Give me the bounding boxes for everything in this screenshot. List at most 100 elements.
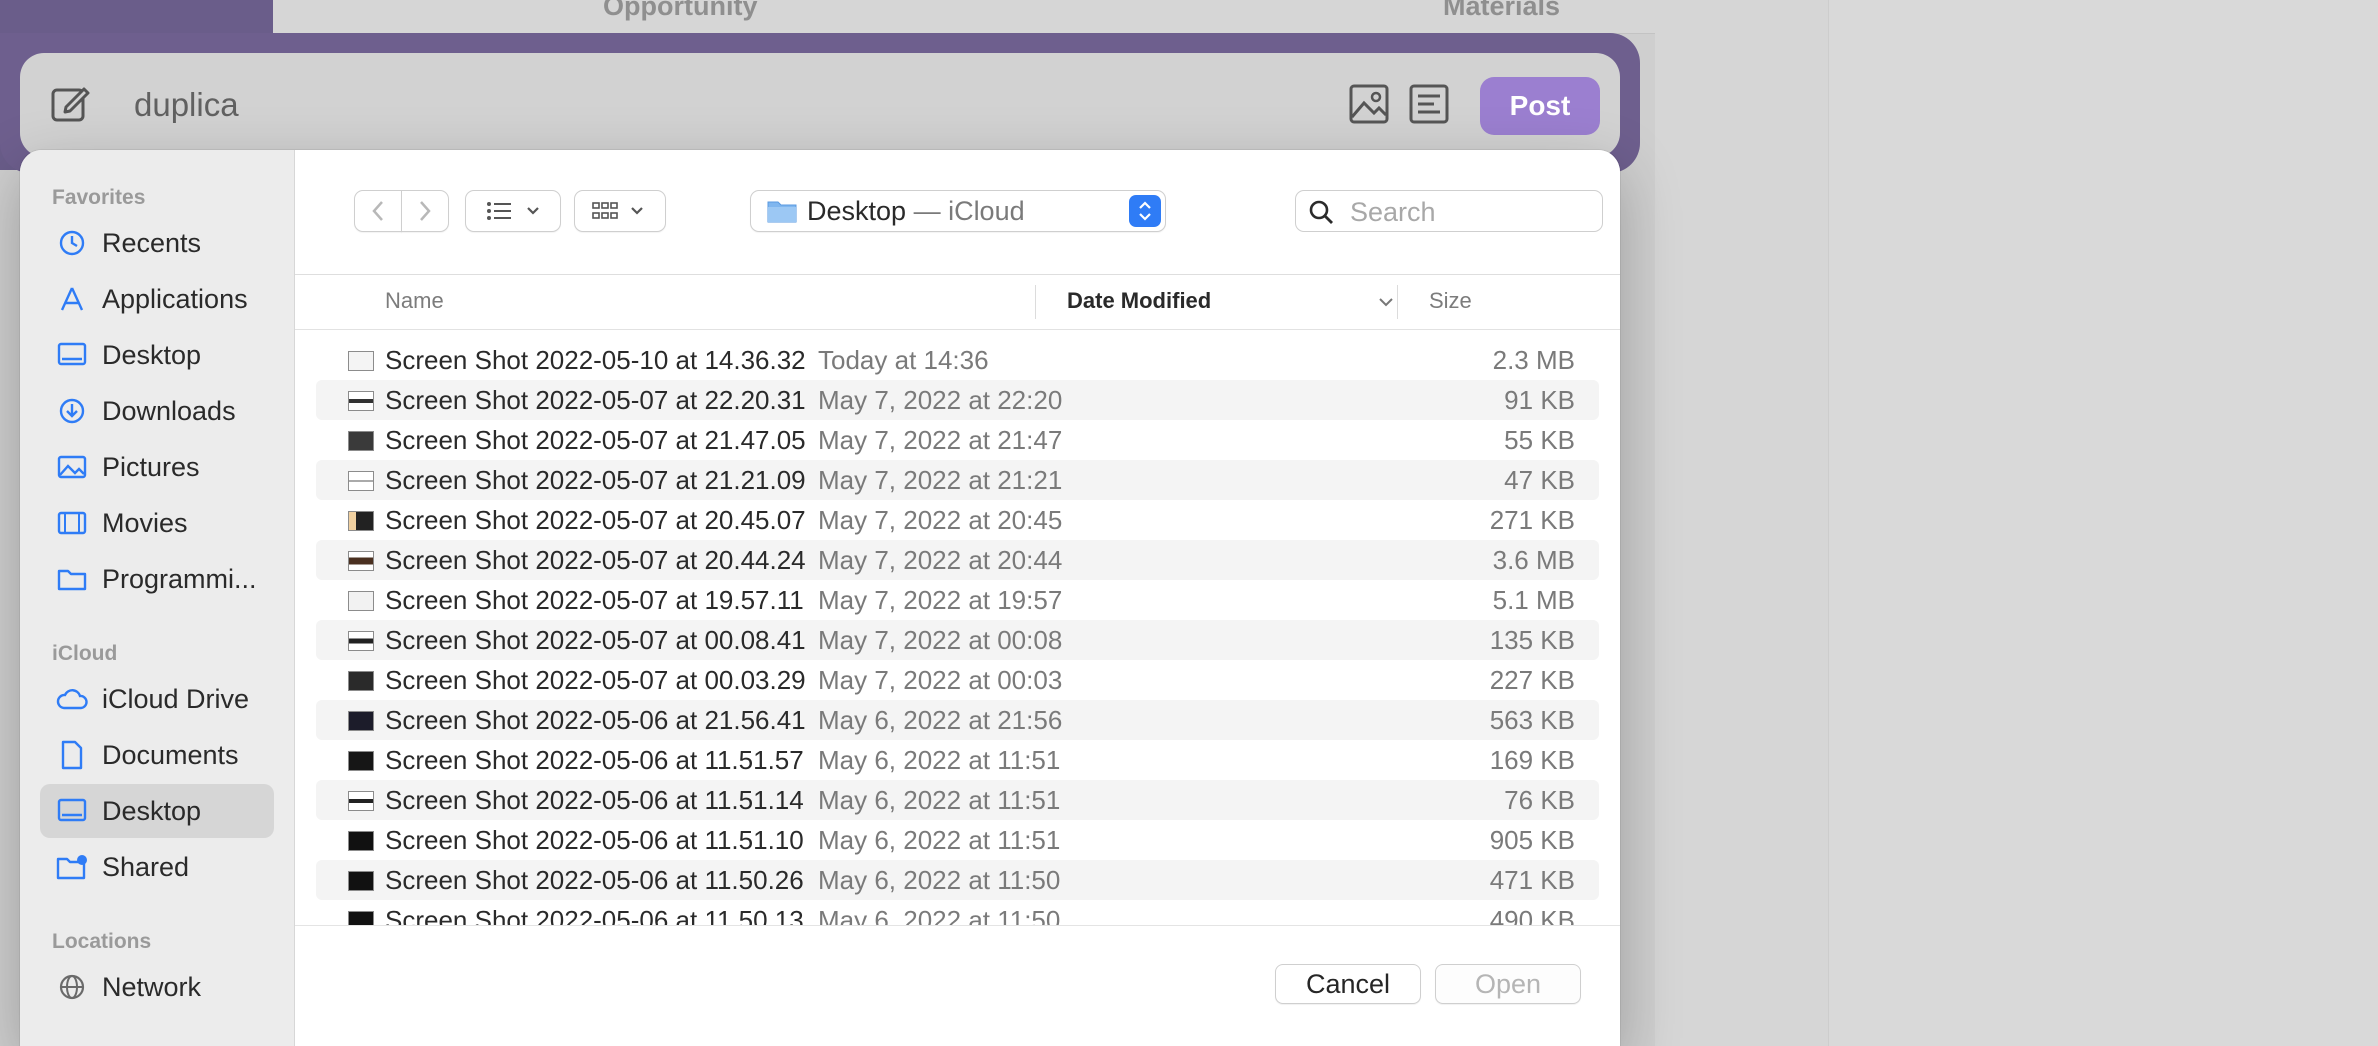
location-name: Desktop xyxy=(807,196,907,226)
sidebar-item-label: Downloads xyxy=(102,395,236,426)
sidebar-item-network[interactable]: Network xyxy=(40,960,274,1014)
applications-icon xyxy=(56,283,88,315)
dialog-toolbar: Desktop — iCloud xyxy=(295,150,1620,275)
file-date: May 6, 2022 at 11:51 xyxy=(818,825,1061,855)
file-size: 471 KB xyxy=(1489,865,1575,895)
file-name: Screen Shot 2022-05-06 at 21.56.41 xyxy=(385,705,806,735)
group-view-button[interactable] xyxy=(574,190,666,232)
sidebar-item-label: Applications xyxy=(102,283,248,314)
file-row[interactable]: Screen Shot 2022-05-07 at 21.21.09 May 7,… xyxy=(316,460,1599,500)
image-icon[interactable] xyxy=(1348,83,1390,125)
file-thumbnail-icon xyxy=(348,631,374,651)
file-name: Screen Shot 2022-05-10 at 14.36.32 xyxy=(385,345,806,375)
file-date: May 7, 2022 at 00:03 xyxy=(818,665,1063,695)
sidebar-item-label: Network xyxy=(102,971,202,1002)
file-list: Screen Shot 2022-05-10 at 14.36.32 Today … xyxy=(295,340,1620,926)
section-icloud: iCloud xyxy=(52,642,118,665)
sidebar-item-shared[interactable]: Shared xyxy=(40,840,274,894)
file-name: Screen Shot 2022-05-07 at 21.47.05 xyxy=(385,425,806,455)
file-size: 169 KB xyxy=(1489,745,1575,775)
file-date: May 6, 2022 at 11:51 xyxy=(818,745,1061,775)
file-date: May 7, 2022 at 21:21 xyxy=(818,465,1063,495)
file-thumbnail-icon xyxy=(348,351,374,371)
text-format-icon[interactable] xyxy=(1408,83,1450,125)
file-thumbnail-icon xyxy=(348,711,374,731)
chevron-left-icon xyxy=(372,201,383,221)
location-popup[interactable]: Desktop — iCloud xyxy=(750,190,1166,232)
column-name[interactable]: Name xyxy=(385,288,444,314)
tab-materials[interactable]: Materials xyxy=(1443,0,1560,22)
file-row[interactable]: Screen Shot 2022-05-06 at 11.50.26 May 6,… xyxy=(316,860,1599,900)
file-date: May 7, 2022 at 20:44 xyxy=(818,545,1063,575)
file-name: Screen Shot 2022-05-07 at 21.21.09 xyxy=(385,465,806,495)
file-thumbnail-icon xyxy=(348,911,374,925)
desktop-icon xyxy=(56,339,88,371)
open-button[interactable]: Open xyxy=(1435,964,1581,1004)
sidebar-item-applications[interactable]: Applications xyxy=(40,272,274,326)
file-row[interactable]: Screen Shot 2022-05-07 at 00.08.41 May 7,… xyxy=(316,620,1599,660)
file-row[interactable]: Screen Shot 2022-05-07 at 21.47.05 May 7,… xyxy=(316,420,1599,460)
sidebar-item-label: Movies xyxy=(102,507,188,538)
file-row[interactable]: Screen Shot 2022-05-06 at 11.50.13 May 6,… xyxy=(316,900,1599,926)
location-sub: — iCloud xyxy=(906,196,1025,226)
back-button[interactable] xyxy=(354,190,402,232)
sidebar-item-pictures[interactable]: Pictures xyxy=(40,440,274,494)
file-row[interactable]: Screen Shot 2022-05-07 at 20.44.24 May 7,… xyxy=(316,540,1599,580)
composer-input[interactable]: duplica xyxy=(134,86,239,124)
file-thumbnail-icon xyxy=(348,551,374,571)
column-size[interactable]: Size xyxy=(1429,288,1472,314)
file-name: Screen Shot 2022-05-07 at 19.57.11 xyxy=(385,585,804,615)
sidebar-item-downloads[interactable]: Downloads xyxy=(40,384,274,438)
tab-opportunity[interactable]: Opportunity xyxy=(603,0,757,22)
sidebar-item-movies[interactable]: Movies xyxy=(40,496,274,550)
list-view-button[interactable] xyxy=(465,190,561,232)
post-button[interactable]: Post xyxy=(1480,77,1600,135)
file-size: 47 KB xyxy=(1504,465,1575,495)
cancel-button[interactable]: Cancel xyxy=(1275,964,1421,1004)
file-thumbnail-icon xyxy=(348,751,374,771)
file-row[interactable]: Screen Shot 2022-05-06 at 21.56.41 May 6,… xyxy=(316,700,1599,740)
file-thumbnail-icon xyxy=(348,391,374,411)
sidebar-item-recents[interactable]: Recents xyxy=(40,216,274,270)
forward-button[interactable] xyxy=(401,190,449,232)
file-date: Today at 14:36 xyxy=(818,345,989,375)
column-date-modified[interactable]: Date Modified xyxy=(1067,288,1211,314)
search-field[interactable] xyxy=(1295,190,1603,232)
file-row[interactable]: Screen Shot 2022-05-07 at 20.45.07 May 7,… xyxy=(316,500,1599,540)
file-row[interactable]: Screen Shot 2022-05-10 at 14.36.32 Today … xyxy=(316,340,1599,380)
file-name: Screen Shot 2022-05-07 at 00.03.29 xyxy=(385,665,806,695)
grid-view-icon xyxy=(592,202,643,219)
file-date: May 7, 2022 at 00:08 xyxy=(818,625,1063,655)
download-icon xyxy=(56,395,88,427)
sidebar-item-icloud-desktop[interactable]: Desktop xyxy=(40,784,274,838)
cloud-icon xyxy=(56,683,88,715)
sidebar-item-documents[interactable]: Documents xyxy=(40,728,274,782)
file-date: May 6, 2022 at 11:50 xyxy=(818,865,1061,895)
search-input[interactable] xyxy=(1348,195,1592,229)
file-row[interactable]: Screen Shot 2022-05-06 at 11.51.57 May 6,… xyxy=(316,740,1599,780)
file-row[interactable]: Screen Shot 2022-05-07 at 19.57.11 May 7,… xyxy=(316,580,1599,620)
file-row[interactable]: Screen Shot 2022-05-06 at 11.51.14 May 6,… xyxy=(316,780,1599,820)
file-size: 563 KB xyxy=(1489,705,1575,735)
sidebar-item-icloud-drive[interactable]: iCloud Drive xyxy=(40,672,274,726)
file-row[interactable]: Screen Shot 2022-05-07 at 00.03.29 May 7,… xyxy=(316,660,1599,700)
sidebar-item-label: Programmi... xyxy=(102,563,257,594)
sidebar-item-programming[interactable]: Programmi... xyxy=(40,552,274,606)
file-browser: Desktop — iCloud Name Date Modified Size… xyxy=(295,150,1620,1046)
file-row[interactable]: Screen Shot 2022-05-06 at 11.51.10 May 6,… xyxy=(316,820,1599,860)
search-icon xyxy=(1309,200,1333,224)
file-size: 490 KB xyxy=(1489,905,1575,926)
sort-chevron-icon xyxy=(1379,298,1393,307)
file-size: 3.6 MB xyxy=(1492,545,1575,575)
sidebar-item-label: Recents xyxy=(102,227,202,258)
file-date: May 7, 2022 at 19:57 xyxy=(818,585,1063,615)
file-row[interactable]: Screen Shot 2022-05-07 at 22.20.31 May 7,… xyxy=(316,380,1599,420)
file-name: Screen Shot 2022-05-06 at 11.51.57 xyxy=(385,745,804,775)
file-thumbnail-icon xyxy=(348,871,374,891)
folder-icon xyxy=(56,563,88,595)
file-thumbnail-icon xyxy=(348,831,374,851)
sidebar-item-desktop[interactable]: Desktop xyxy=(40,328,274,382)
sidebar-item-label: Pictures xyxy=(102,451,200,482)
file-date: May 7, 2022 at 22:20 xyxy=(818,385,1063,415)
column-headers: Name Date Modified Size xyxy=(295,275,1620,330)
